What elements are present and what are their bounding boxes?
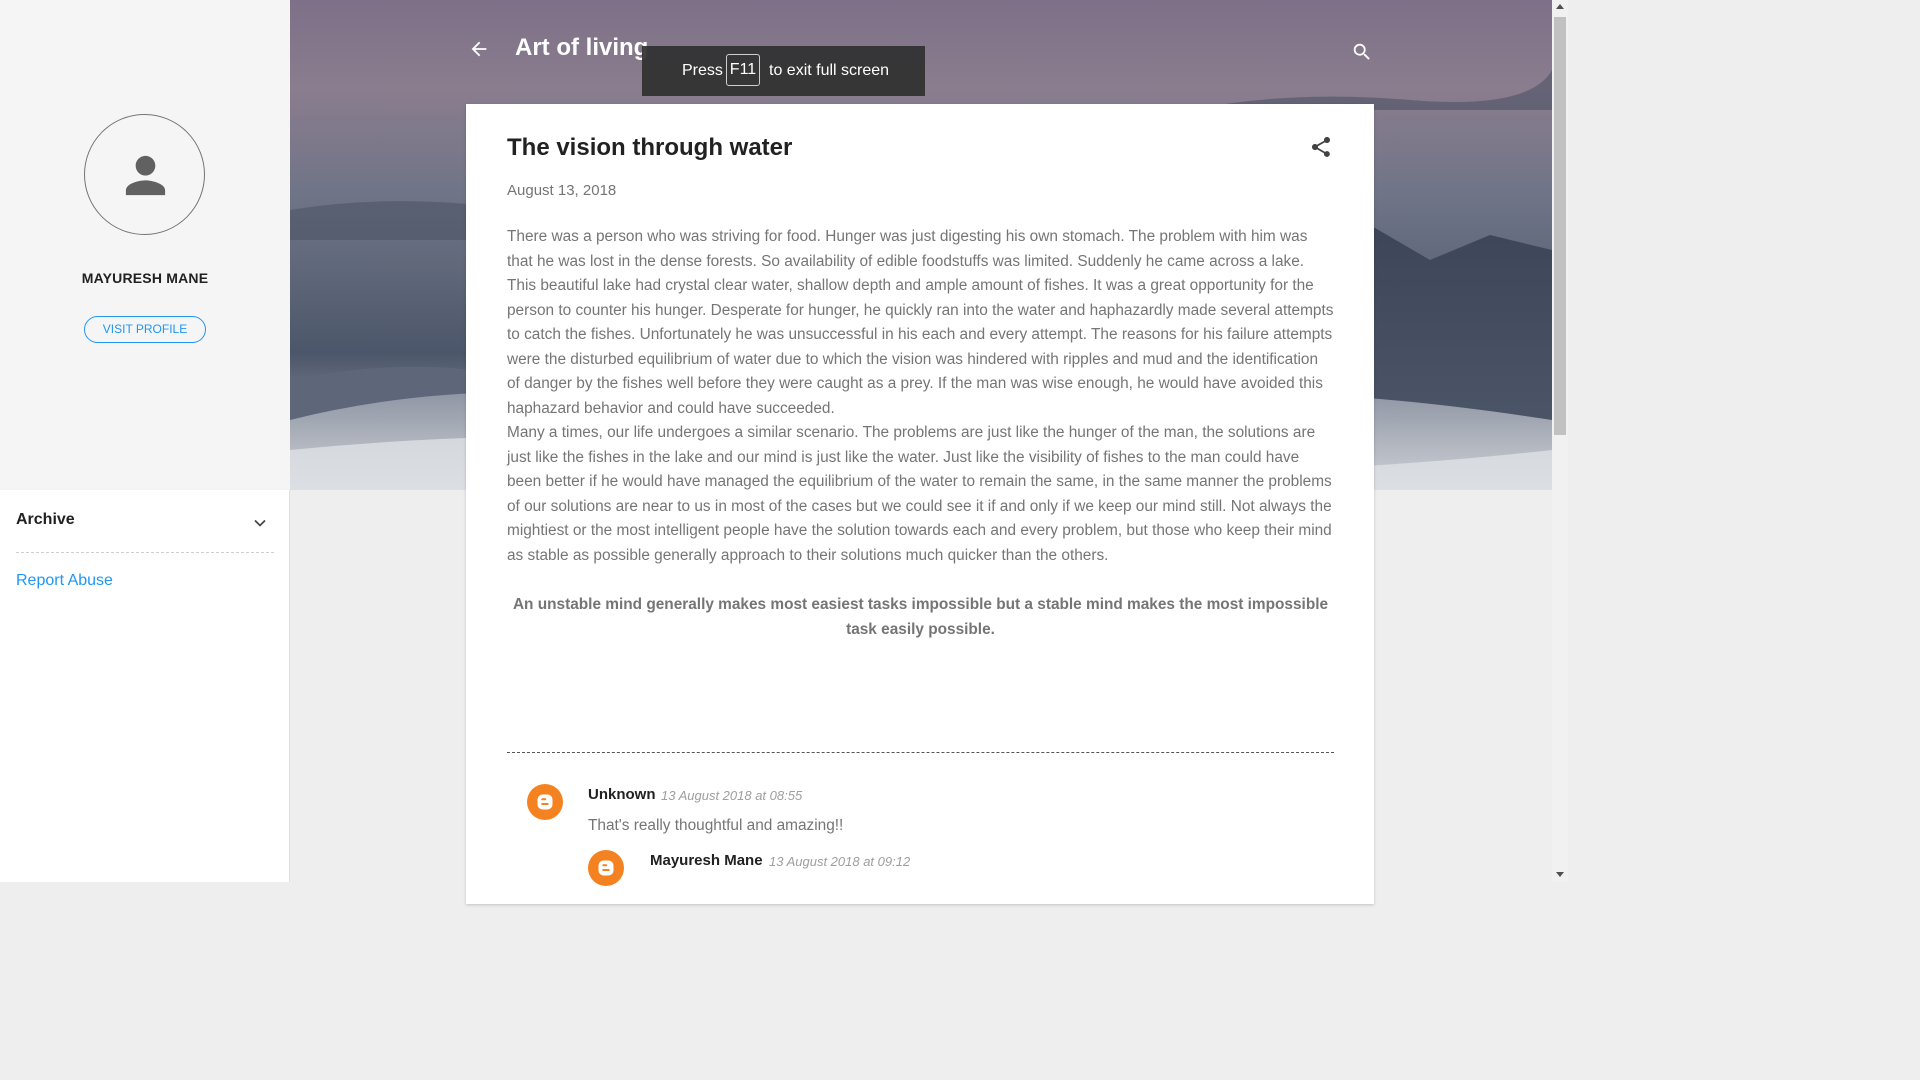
post-date[interactable]: August 13, 2018 <box>507 182 616 199</box>
chevron-down-icon <box>254 519 266 527</box>
share-icon[interactable] <box>1309 135 1333 159</box>
blogger-logo-icon <box>598 860 614 876</box>
comment-avatar[interactable] <box>527 784 563 820</box>
blog-title[interactable]: Art of living <box>515 34 648 62</box>
fullscreen-notice-prefix: Press <box>682 62 723 79</box>
profile-avatar[interactable] <box>84 114 205 235</box>
search-icon[interactable] <box>1351 41 1373 63</box>
post-title[interactable]: The vision through water <box>507 134 792 162</box>
comments-divider <box>507 752 1334 753</box>
comment-text: That's really thoughtful and amazing!! <box>588 817 844 834</box>
reply-avatar[interactable] <box>588 850 624 886</box>
post-card: The vision through water August 13, 2018… <box>466 104 1374 904</box>
post-quote: An unstable mind generally makes most ea… <box>512 596 1329 638</box>
page-scrollbar[interactable] <box>1552 0 1568 882</box>
arrow-back-icon[interactable] <box>468 38 490 60</box>
visit-profile-button[interactable]: VISIT PROFILE <box>84 316 206 343</box>
archive-label: Archive <box>16 511 75 528</box>
reply-timestamp[interactable]: 13 August 2018 at 09:12 <box>769 854 910 869</box>
report-abuse-link[interactable]: Report Abuse <box>16 572 113 590</box>
reply-author[interactable]: Mayuresh Mane <box>650 852 763 869</box>
scrollbar-thumb[interactable] <box>1554 17 1566 435</box>
comment-timestamp[interactable]: 13 August 2018 at 08:55 <box>661 788 802 803</box>
scroll-down-arrow-icon[interactable] <box>1556 872 1564 877</box>
person-icon <box>125 155 166 196</box>
post-body: There was a person who was striving for … <box>507 225 1334 568</box>
fullscreen-key-badge: F11 <box>726 54 760 86</box>
fullscreen-notice: Press F11 to exit full screen <box>642 46 925 96</box>
profile-section: MAYURESH MANE VISIT PROFILE <box>0 0 290 490</box>
sidebar: MAYURESH MANE VISIT PROFILE Archive Repo… <box>0 0 290 882</box>
post-paragraph: There was a person who was striving for … <box>507 228 1334 417</box>
post-paragraph: Many a times, our life undergoes a simil… <box>507 424 1332 564</box>
comment-author: Unknown <box>588 786 656 803</box>
archive-toggle[interactable]: Archive <box>16 508 274 553</box>
blogger-logo-icon <box>537 794 553 810</box>
profile-name: MAYURESH MANE <box>81 270 209 286</box>
fullscreen-notice-suffix: to exit full screen <box>769 62 890 79</box>
scroll-up-arrow-icon[interactable] <box>1556 4 1564 9</box>
